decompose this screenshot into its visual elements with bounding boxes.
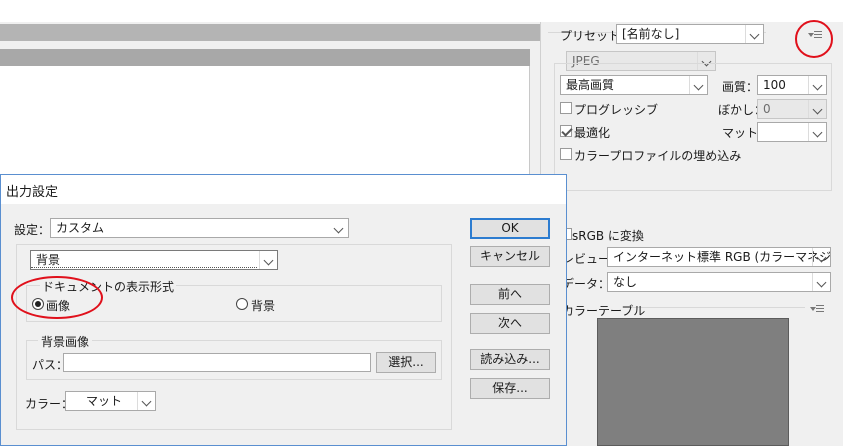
srgb-label: sRGB に変換	[572, 229, 644, 243]
save-button[interactable]: 保存...	[470, 378, 550, 399]
progressive-checkbox[interactable]	[560, 102, 572, 114]
progressive-label: プログレッシブ	[574, 103, 659, 117]
chevron-down-icon	[689, 76, 707, 94]
radio-background-label: 背景	[251, 299, 276, 313]
browse-button[interactable]: 選択...	[376, 352, 436, 373]
preview-select[interactable]: インターネット標準 RGB (カラーマネジメ...	[607, 247, 831, 267]
ok-button[interactable]: OK	[470, 218, 550, 239]
radio-background[interactable]	[236, 298, 248, 310]
highlight-circle-radio-image	[11, 276, 103, 319]
embed-profile-label: カラープロファイルの埋め込み	[574, 149, 742, 163]
color-value: マット	[85, 394, 122, 408]
chevron-down-icon	[808, 123, 826, 141]
next-button[interactable]: 次へ	[470, 313, 550, 334]
top-strip	[0, 0, 843, 22]
chevron-down-icon	[259, 251, 277, 269]
settings-value: カスタム	[56, 221, 105, 235]
metadata-select[interactable]: なし	[607, 272, 831, 292]
color-table-menu-icon[interactable]	[810, 304, 826, 316]
chevron-down-icon	[330, 219, 348, 237]
color-table-swatch	[597, 318, 789, 446]
color-table-label: カラーテーブル	[562, 304, 646, 318]
preview-value: インターネット標準 RGB (カラーマネジメ...	[613, 250, 831, 264]
bg-image-group-label: 背景画像	[38, 333, 93, 350]
cancel-button[interactable]: キャンセル	[470, 246, 550, 267]
color-table-divider	[630, 307, 805, 308]
metadata-value: なし	[613, 275, 638, 289]
color-select[interactable]: マット	[65, 391, 156, 411]
chevron-down-icon	[137, 392, 155, 410]
settings-select[interactable]: カスタム	[50, 218, 349, 238]
optimize-label: 最適化	[574, 126, 611, 140]
quality-value: 100	[763, 78, 786, 92]
chevron-down-icon	[745, 25, 763, 43]
dialog-title: 出力設定	[6, 185, 59, 200]
dialog-titlebar[interactable]	[0, 174, 567, 204]
optimize-checkbox[interactable]	[560, 125, 572, 137]
quality-preset-select[interactable]: 最高画質	[560, 75, 708, 95]
prev-button[interactable]: 前へ	[470, 284, 550, 305]
chevron-down-icon	[808, 76, 826, 94]
category-value: 背景	[36, 253, 61, 267]
chevron-down-icon	[812, 248, 830, 266]
quality-label: 画質：	[722, 80, 759, 94]
blur-input: 0	[757, 99, 827, 119]
chevron-down-icon	[808, 100, 826, 118]
focus-underline	[31, 267, 257, 268]
quality-input[interactable]: 100	[757, 75, 827, 95]
embed-profile-checkbox[interactable]	[560, 148, 572, 160]
metadata-label: データ：	[562, 277, 611, 291]
preset-select-value: [名前なし]	[622, 27, 680, 41]
preset-select[interactable]: [名前なし]	[616, 24, 764, 44]
settings-label: 設定：	[14, 223, 51, 237]
blur-value: 0	[763, 102, 771, 116]
load-button[interactable]: 読み込み...	[470, 349, 550, 370]
highlight-circle-panel-menu	[795, 20, 833, 58]
document-tab-bar	[0, 24, 540, 41]
chevron-down-icon	[812, 273, 830, 291]
document-header-bar	[0, 49, 530, 66]
path-input[interactable]	[63, 353, 371, 372]
matte-select[interactable]	[757, 122, 827, 142]
quality-preset-value: 最高画質	[566, 78, 615, 92]
